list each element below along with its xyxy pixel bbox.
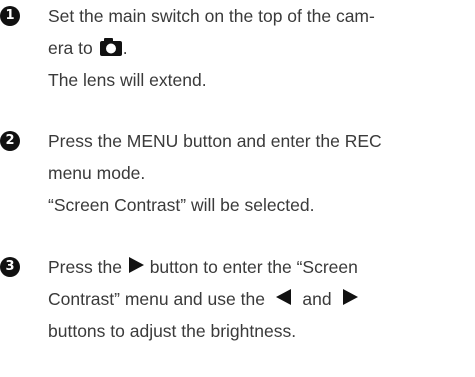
step-3-line-2-before: Contrast” menu and use the — [48, 289, 265, 309]
step-3-line-1-after: button to enter the “Screen — [149, 257, 358, 277]
step-3-line-1: Press the button to enter the “Screen — [48, 251, 473, 283]
step-3-line-3: buttons to adjust the brightness. — [48, 321, 297, 341]
step-3-text: Press the button to enter the “Screen Co… — [48, 251, 473, 347]
instruction-page: 1 Set the main switch on the top of the … — [0, 0, 475, 377]
right-triangle-icon-2 — [341, 284, 359, 316]
step-1-text: Set the main switch on the top of the ca… — [48, 0, 473, 96]
right-triangle-icon — [127, 252, 145, 284]
step-number-3: 3 — [0, 257, 20, 277]
step-3-line-1-before: Press the — [48, 257, 122, 277]
step-3-line-2-mid: and — [302, 289, 332, 309]
step-2-line-3: “Screen Contrast” will be selected. — [48, 195, 315, 215]
step-2-text: Press the MENU button and enter the REC … — [48, 125, 473, 221]
step-2-line-2: menu mode. — [48, 163, 146, 183]
period: . — [122, 38, 128, 58]
step-1-line-2-text: era to — [48, 38, 93, 58]
step-1-line-1: Set the main switch on the top of the ca… — [48, 6, 375, 26]
step-3-line-2: Contrast” menu and use the and — [48, 283, 473, 315]
step-1-line-3: The lens will extend. — [48, 70, 207, 90]
camera-icon — [99, 35, 123, 67]
left-triangle-icon — [275, 284, 293, 316]
step-1-line-2: era to. — [48, 32, 473, 64]
step-number-1: 1 — [0, 6, 20, 26]
step-2-line-1: Press the MENU button and enter the REC — [48, 131, 382, 151]
step-number-2: 2 — [0, 131, 20, 151]
